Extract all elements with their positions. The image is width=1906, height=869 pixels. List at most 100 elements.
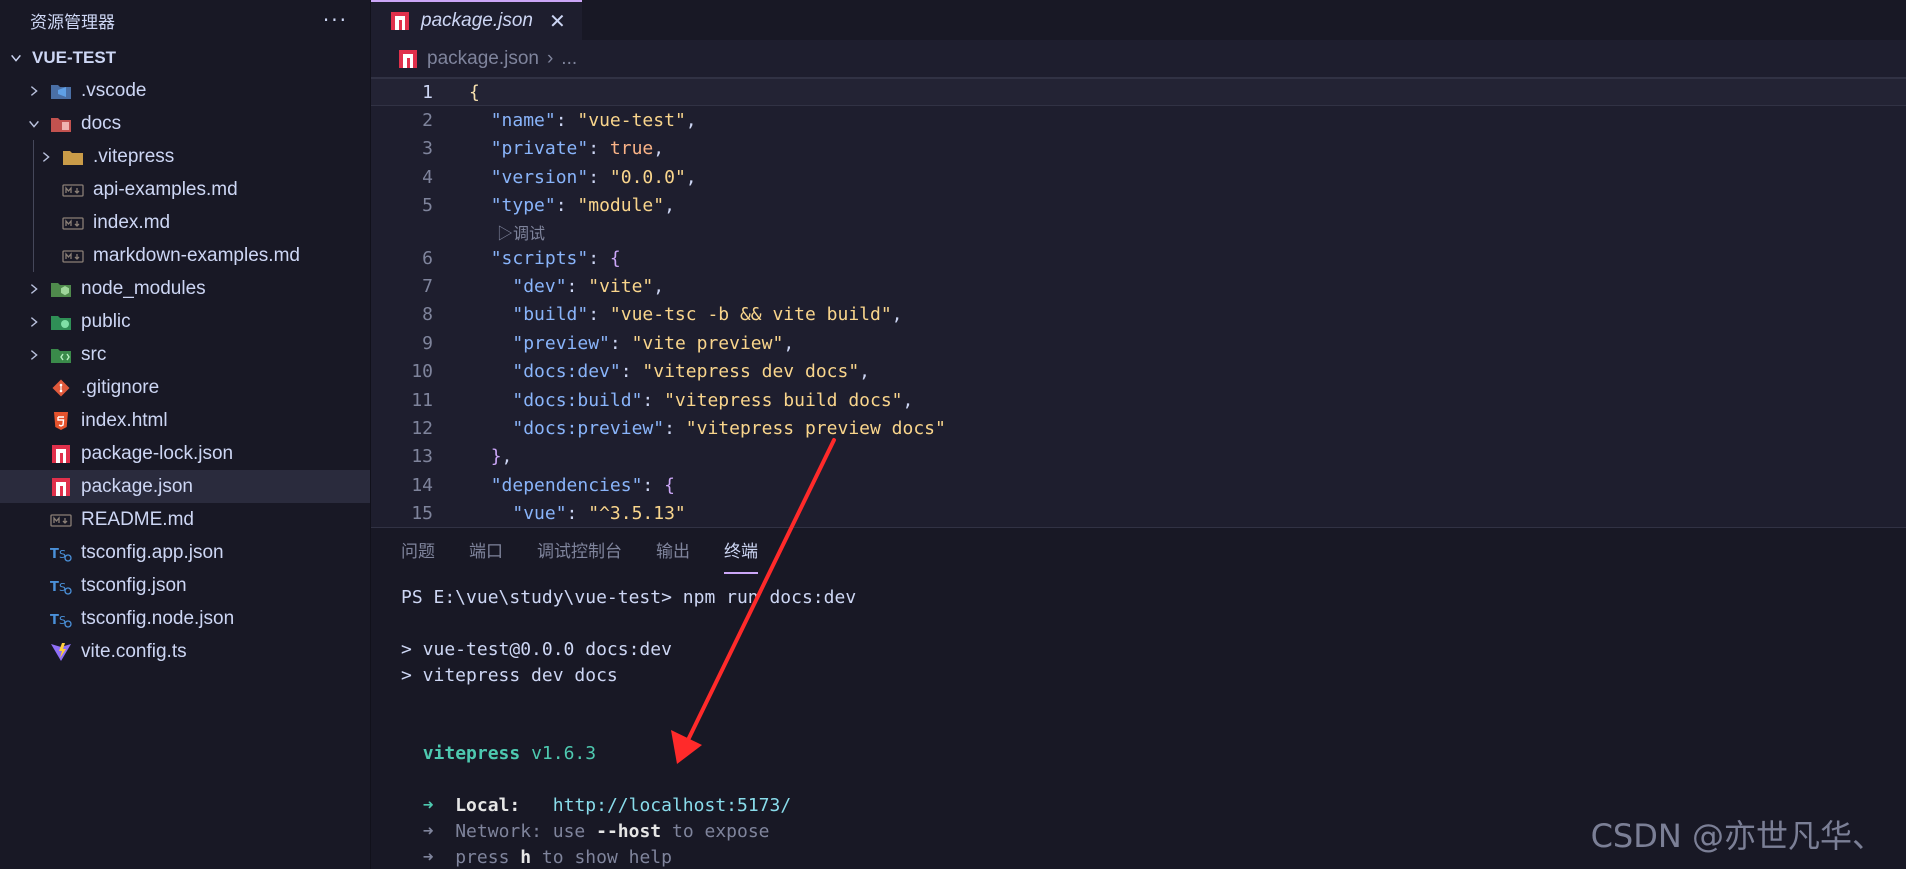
watermark: CSDN @亦世凡华、: [1590, 817, 1884, 855]
code-text: "docs:dev": "vitepress dev docs",: [433, 361, 870, 382]
code-token: ,: [653, 138, 665, 160]
breadcrumb: package.json › ...: [371, 40, 1906, 78]
chevron-right-icon[interactable]: [26, 281, 42, 297]
sidebar-item-index-html[interactable]: index.html: [0, 404, 370, 437]
sidebar-item-label: README.md: [81, 508, 194, 530]
help-text: press: [455, 846, 521, 868]
npm-icon: [397, 49, 419, 69]
debug-codelens[interactable]: ▷调试: [371, 220, 1906, 244]
code-line: 11 "docs:build": "vitepress build docs",: [371, 386, 1906, 414]
chevron-down-icon[interactable]: [26, 116, 42, 132]
vitepress-version: v1.6.3: [520, 742, 597, 764]
code-line: 15 "vue": "^3.5.13": [371, 499, 1906, 526]
line-number: 5: [422, 195, 433, 217]
sidebar-item-tsconfig-app-json[interactable]: T S tsconfig.app.json: [0, 536, 370, 569]
code-token: :: [566, 276, 589, 298]
sidebar-item-tsconfig-node-json[interactable]: T S tsconfig.node.json: [0, 602, 370, 635]
local-url-link[interactable]: http://localhost:5173/: [553, 795, 791, 816]
npm-icon: [50, 477, 72, 497]
chevron-right-icon[interactable]: [26, 83, 42, 99]
close-icon[interactable]: ✕: [549, 9, 566, 34]
project-root[interactable]: VUE-TEST: [0, 41, 370, 74]
code-line: 4 "version": "0.0.0",: [371, 163, 1906, 191]
chevron-down-icon: [8, 50, 24, 66]
sidebar-item-api-examples-md[interactable]: api-examples.md: [0, 173, 370, 206]
sidebar-item-package-lock-json[interactable]: package-lock.json: [0, 437, 370, 470]
code-token: "vite preview": [631, 332, 784, 354]
network-text-end: to expose: [661, 820, 770, 842]
folder-icon: [62, 147, 84, 167]
code-editor[interactable]: 1{2 "name": "vue-test", 3 "private": true…: [371, 78, 1906, 526]
docs-folder-icon: [50, 114, 72, 134]
sidebar-item-label: api-examples.md: [93, 178, 238, 200]
sidebar-item-vitepress[interactable]: .vitepress: [0, 140, 370, 173]
npm-icon: [50, 444, 72, 464]
sidebar-item-package-json[interactable]: package.json: [0, 470, 370, 503]
arrow-right-icon: ➜: [422, 846, 434, 868]
code-token: ,: [501, 446, 513, 468]
explorer-header: 资源管理器 ···: [0, 0, 370, 40]
tsconfig-icon: TS: [50, 609, 72, 629]
code-line: 12 "docs:preview": "vitepress preview do…: [371, 414, 1906, 442]
breadcrumb-more[interactable]: ...: [561, 48, 577, 70]
explorer-sidebar: 资源管理器 ··· VUE-TEST .vscode docs .vitepress…: [0, 0, 371, 869]
sidebar-item-gitignore[interactable]: .gitignore: [0, 371, 370, 404]
sidebar-item-vite-config-ts[interactable]: vite.config.ts: [0, 635, 370, 668]
code-token: :: [609, 332, 632, 354]
chevron-right-icon[interactable]: [26, 347, 42, 363]
panel-tab[interactable]: 调试控制台: [537, 537, 622, 574]
project-name: VUE-TEST: [32, 47, 117, 67]
sidebar-item-label: node_modules: [81, 277, 206, 299]
code-line: 3 "private": true,: [371, 135, 1906, 163]
code-token: :: [642, 474, 665, 496]
breadcrumb-file[interactable]: package.json: [427, 48, 539, 70]
code-token: "vue-tsc -b && vite build": [609, 304, 892, 326]
chevron-right-icon[interactable]: [26, 314, 42, 330]
sidebar-item-markdown-examples-md[interactable]: markdown-examples.md: [0, 239, 370, 272]
sidebar-item-label: tsconfig.app.json: [81, 541, 224, 563]
chevron-right-icon[interactable]: [38, 149, 54, 165]
sidebar-item-label: public: [81, 310, 131, 332]
sidebar-item-index-md[interactable]: index.md: [0, 206, 370, 239]
code-token: true: [609, 138, 654, 160]
code-token: "scripts": [490, 247, 589, 269]
sidebar-item-tsconfig-json[interactable]: T S tsconfig.json: [0, 569, 370, 602]
help-text-end: to show help: [531, 846, 672, 868]
chevron-right-icon: ›: [546, 47, 554, 69]
sidebar-item-node-modules[interactable]: node_modules: [0, 272, 370, 305]
sidebar-item-label: docs: [81, 112, 122, 134]
sidebar-item-public[interactable]: public: [0, 305, 370, 338]
panel-tab[interactable]: 端口: [469, 537, 503, 574]
code-token: :: [642, 389, 665, 411]
code-token: "build": [512, 304, 589, 326]
code-text: "docs:build": "vitepress build docs",: [433, 390, 913, 411]
panel-tab[interactable]: 终端: [724, 537, 758, 574]
code-token: "vite": [588, 276, 654, 298]
code-token: }: [490, 446, 502, 468]
tab-package-json[interactable]: package.json ✕: [371, 0, 582, 40]
sidebar-item-vscode[interactable]: .vscode: [0, 74, 370, 107]
code-token: "vue": [512, 503, 567, 525]
code-token: "name": [490, 110, 556, 132]
markdown-icon: [62, 213, 84, 233]
npm-icon: [389, 11, 411, 31]
terminal-output-line: > vitepress dev docs: [401, 664, 618, 686]
sidebar-item-docs[interactable]: docs: [0, 107, 370, 140]
sidebar-item-src[interactable]: src: [0, 338, 370, 371]
terminal-prompt: PS E:\vue\study\vue-test>: [401, 586, 683, 608]
more-actions-button[interactable]: ···: [323, 8, 348, 32]
src-folder-icon: [50, 345, 72, 365]
panel-tab[interactable]: 输出: [656, 537, 690, 574]
code-token: ,: [685, 110, 697, 132]
panel-tab[interactable]: 问题: [401, 537, 435, 574]
code-token: "docs:build": [512, 389, 643, 411]
code-token: "dev": [512, 276, 567, 298]
code-line: 13 },: [371, 443, 1906, 471]
code-token: ,: [891, 304, 903, 326]
sidebar-item-label: tsconfig.json: [81, 574, 187, 596]
sidebar-item-readme-md[interactable]: README.md: [0, 503, 370, 536]
